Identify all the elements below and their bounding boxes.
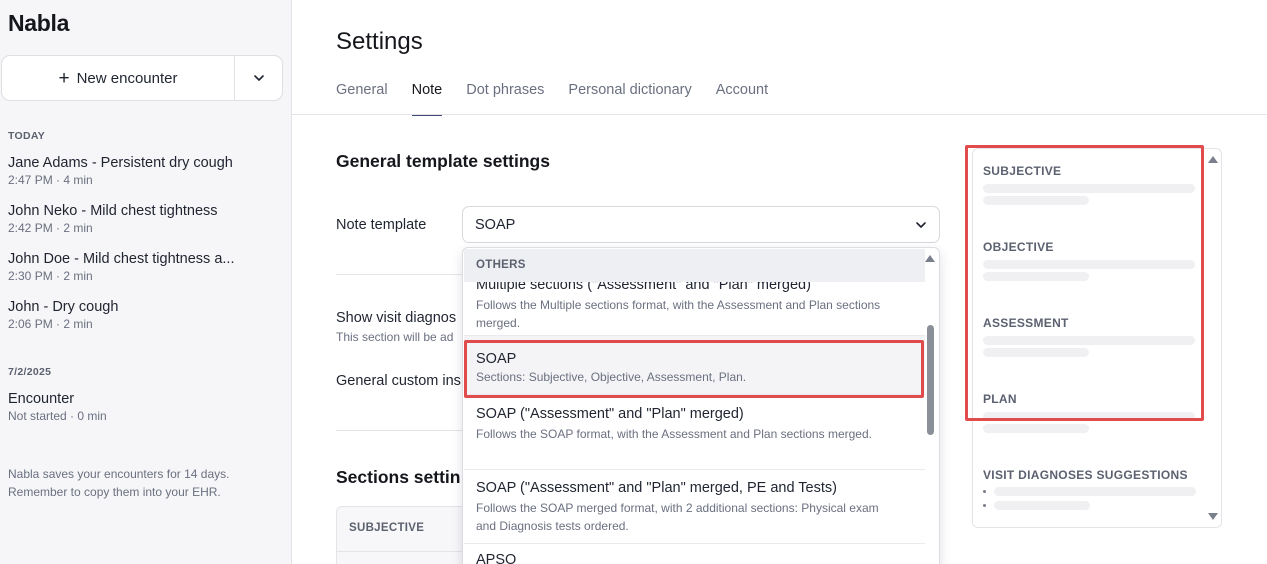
- placeholder-bar: [983, 260, 1195, 269]
- plus-icon: +: [58, 67, 70, 89]
- divider: [336, 274, 464, 275]
- placeholder-bar: [994, 487, 1196, 496]
- option-title: SOAP: [476, 351, 517, 367]
- chevron-down-icon: [916, 221, 926, 228]
- placeholder-bar: [983, 184, 1195, 193]
- preview-bullet: [983, 501, 1197, 510]
- preview-section: ASSESSMENT: [983, 316, 1197, 357]
- placeholder-bar: [983, 196, 1089, 205]
- dropdown-option[interactable]: SOAP ("Assessment" and "Plan" merged, PE…: [464, 470, 925, 544]
- encounter-meta: 2:30 PM · 2 min: [8, 269, 93, 283]
- bullet-dot: [983, 490, 986, 493]
- custom-instructions-label: General custom ins: [336, 373, 461, 389]
- option-description: Follows the SOAP merged format, with 2 a…: [476, 501, 879, 533]
- note-template-dropdown: OTHERS Multiple sections ("Assessment" a…: [462, 247, 940, 564]
- preview-section: VISIT DIAGNOSES SUGGESTIONS: [983, 468, 1197, 510]
- note-template-label: Note template: [336, 217, 427, 233]
- encounter-meta: 2:47 PM · 4 min: [8, 173, 93, 187]
- option-description: Follows the Multiple sections format, wi…: [476, 298, 881, 330]
- scroll-up-arrow-icon[interactable]: [925, 255, 935, 262]
- retention-notice: Nabla saves your encounters for 14 days.…: [8, 465, 278, 501]
- note-template-select[interactable]: SOAP: [462, 206, 940, 243]
- tab-dot-phrases[interactable]: Dot phrases: [466, 82, 544, 115]
- group-label-date: 7/2/2025: [8, 366, 52, 378]
- sections-table-header: SUBJECTIVE: [349, 522, 425, 534]
- preview-bullet: [983, 487, 1197, 496]
- encounter-title: John Doe - Mild chest tightness a...: [8, 251, 235, 267]
- dropdown-group-label: OTHERS: [464, 249, 925, 282]
- encounter-title: John Neko - Mild chest tightness: [8, 203, 218, 219]
- encounter-meta: 2:42 PM · 2 min: [8, 221, 93, 235]
- sidebar: Nabla + New encounter TODAY Jane Adams -…: [0, 0, 292, 564]
- encounter-item[interactable]: Encounter Not started · 0 min: [8, 391, 278, 423]
- visit-diagnoses-toggle-label: Show visit diagnos: [336, 310, 457, 326]
- new-encounter-menu-button[interactable]: [235, 56, 282, 100]
- encounter-title: Encounter: [8, 391, 75, 407]
- dropdown-option[interactable]: SOAP ("Assessment" and "Plan" merged) Fo…: [464, 395, 925, 470]
- option-description: Follows the SOAP format, with the Assess…: [476, 427, 872, 441]
- placeholder-bar: [983, 272, 1089, 281]
- table-divider: [337, 551, 465, 552]
- encounter-item[interactable]: John Neko - Mild chest tightness 2:42 PM…: [8, 203, 278, 235]
- scroll-down-arrow-icon[interactable]: [1208, 513, 1218, 520]
- preview-section-title: SUBJECTIVE: [983, 164, 1062, 178]
- sections-table: SUBJECTIVE: [336, 506, 466, 564]
- sections-settings-heading: Sections settin: [336, 467, 461, 487]
- new-encounter-control: + New encounter: [1, 55, 283, 101]
- encounter-meta: 2:06 PM · 2 min: [8, 317, 93, 331]
- encounter-title: Jane Adams - Persistent dry cough: [8, 155, 233, 171]
- chevron-down-icon: [253, 75, 264, 81]
- preview-section-title: VISIT DIAGNOSES SUGGESTIONS: [983, 468, 1188, 482]
- tabs-divider: [292, 114, 1267, 115]
- placeholder-bar: [983, 348, 1089, 357]
- divider: [336, 430, 464, 431]
- settings-tabs: General Note Dot phrases Personal dictio…: [336, 82, 792, 116]
- dropdown-option[interactable]: APSO: [464, 544, 925, 564]
- group-label-today: TODAY: [8, 130, 46, 142]
- option-title: SOAP ("Assessment" and "Plan" merged, PE…: [476, 480, 837, 496]
- placeholder-bar: [983, 424, 1089, 433]
- preview-section-title: ASSESSMENT: [983, 316, 1069, 330]
- preview-section: SUBJECTIVE: [983, 164, 1197, 205]
- tab-note[interactable]: Note: [411, 82, 442, 116]
- new-encounter-label: New encounter: [76, 69, 178, 87]
- encounter-item[interactable]: Jane Adams - Persistent dry cough 2:47 P…: [8, 155, 278, 187]
- encounter-item[interactable]: John Doe - Mild chest tightness a... 2:3…: [8, 251, 278, 283]
- tab-personal-dictionary[interactable]: Personal dictionary: [568, 82, 691, 115]
- preview-section-title: OBJECTIVE: [983, 240, 1054, 254]
- dropdown-scrollbar-thumb[interactable]: [927, 325, 934, 435]
- preview-section-title: PLAN: [983, 392, 1017, 406]
- general-template-heading: General template settings: [336, 151, 550, 171]
- tab-general[interactable]: General: [336, 82, 388, 115]
- note-preview-panel: SUBJECTIVE OBJECTIVE ASSESSMENT PLAN VIS…: [972, 148, 1222, 528]
- notice-line: Remember to copy them into your EHR.: [8, 485, 221, 499]
- placeholder-bar: [983, 412, 1195, 421]
- brand-logo: Nabla: [8, 10, 70, 36]
- dropdown-option-soap[interactable]: SOAP Sections: Subjective, Objective, As…: [464, 336, 925, 395]
- visit-diagnoses-description: This section will be ad: [336, 330, 454, 344]
- encounter-meta: Not started · 0 min: [8, 409, 107, 423]
- option-title: SOAP ("Assessment" and "Plan" merged): [476, 406, 744, 422]
- encounter-title: John - Dry cough: [8, 299, 119, 315]
- note-template-value: SOAP: [475, 216, 516, 233]
- dropdown-option[interactable]: Multiple sections ("Assessment" and "Pla…: [464, 282, 925, 336]
- placeholder-bar: [994, 501, 1090, 510]
- notice-line: Nabla saves your encounters for 14 days.: [8, 467, 230, 481]
- option-title: APSO: [476, 552, 517, 564]
- encounter-item[interactable]: John - Dry cough 2:06 PM · 2 min: [8, 299, 278, 331]
- page-title: Settings: [336, 28, 423, 55]
- preview-section: OBJECTIVE: [983, 240, 1197, 281]
- option-description: Sections: Subjective, Objective, Assessm…: [476, 370, 747, 384]
- bullet-dot: [983, 504, 986, 507]
- option-title: Multiple sections ("Assessment" and "Pla…: [476, 282, 811, 293]
- scroll-up-arrow-icon[interactable]: [1208, 156, 1218, 163]
- new-encounter-button[interactable]: + New encounter: [2, 56, 235, 100]
- tab-account[interactable]: Account: [716, 82, 768, 115]
- preview-section: PLAN: [983, 392, 1197, 433]
- placeholder-bar: [983, 336, 1195, 345]
